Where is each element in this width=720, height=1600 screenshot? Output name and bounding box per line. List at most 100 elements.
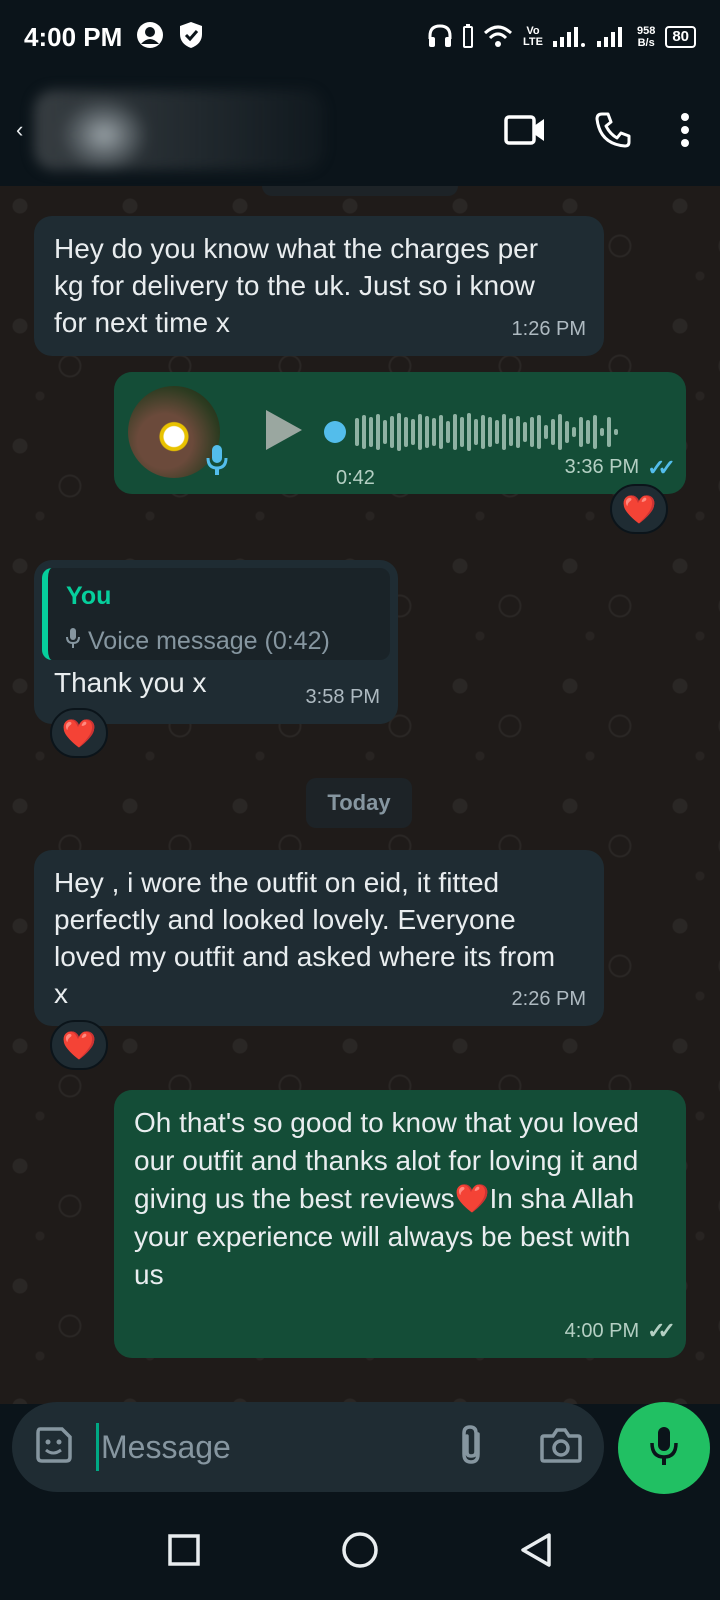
net-speed: 958 B/s xyxy=(636,25,656,49)
waveform-bar xyxy=(481,415,485,449)
heart-emoji: ❤️ xyxy=(454,1183,490,1214)
heart-reaction[interactable]: ❤️ xyxy=(610,484,668,534)
waveform-bar xyxy=(495,420,499,444)
shield-icon xyxy=(178,21,204,54)
message-bubble-incoming-reply[interactable]: You Voice message (0:42) Thank you x 3:5… xyxy=(34,560,398,724)
waveform-bar xyxy=(544,425,548,439)
message-composer xyxy=(12,1402,604,1492)
text-caret xyxy=(96,1423,99,1471)
mic-small-icon xyxy=(66,623,80,660)
signal-icon-2 xyxy=(596,25,627,50)
heart-reaction[interactable]: ❤️ xyxy=(50,708,108,758)
more-vert-icon[interactable] xyxy=(680,113,690,147)
signal-icon xyxy=(552,25,587,50)
profile-icon xyxy=(136,21,164,54)
previous-date-chip-partial xyxy=(262,186,458,196)
read-ticks-icon: ✓✓ xyxy=(647,455,676,480)
waveform-bar xyxy=(474,419,478,445)
quote-text: Voice message (0:42) xyxy=(88,627,330,655)
quote-author: You xyxy=(66,582,112,610)
phone-icon[interactable] xyxy=(594,111,632,149)
message-time: 4:00 PM xyxy=(564,1320,640,1342)
waveform-bar xyxy=(439,415,443,449)
waveform-bar xyxy=(376,414,380,450)
waveform-bar xyxy=(390,416,394,448)
playhead[interactable] xyxy=(324,421,346,443)
waveform-bar xyxy=(607,417,611,447)
waveform-bar xyxy=(369,417,373,447)
camera-icon[interactable] xyxy=(540,1427,582,1468)
waveform-bar xyxy=(418,414,422,450)
status-time: 4:00 PM xyxy=(24,21,123,52)
message-input[interactable] xyxy=(101,1428,421,1466)
battery-indicator: 80 xyxy=(665,26,696,48)
message-text: Hey do you know what the charges per kg … xyxy=(54,233,539,338)
waveform-bar xyxy=(446,421,450,443)
home-icon[interactable] xyxy=(341,1531,379,1574)
waveform-bar xyxy=(404,417,408,447)
video-camera-icon[interactable] xyxy=(504,114,546,146)
waveform-bar xyxy=(572,427,576,437)
waveform-bar xyxy=(453,414,457,450)
waveform-bar xyxy=(432,418,436,446)
waveform-bar xyxy=(600,428,604,436)
message-text: Thank you x xyxy=(54,667,207,698)
system-nav-bar xyxy=(0,1504,720,1600)
voice-duration: 0:42 xyxy=(336,467,375,489)
chat-header: ‹ xyxy=(0,74,720,186)
waveform-bar xyxy=(362,415,366,449)
waveform-bar xyxy=(537,415,541,449)
recents-icon[interactable] xyxy=(167,1533,201,1572)
headphones-icon xyxy=(427,23,453,52)
voice-waveform[interactable] xyxy=(324,410,618,454)
message-time: 3:58 PM xyxy=(305,686,380,708)
waveform-bar xyxy=(593,415,597,449)
message-text: Hey , i wore the outfit on eid, it fitte… xyxy=(54,867,556,1009)
waveform-bar xyxy=(530,417,534,447)
waveform-bar xyxy=(425,416,429,448)
waveform-bar xyxy=(355,418,359,446)
waveform-bar xyxy=(502,414,506,450)
waveform-bar xyxy=(551,419,555,445)
waveform-bar xyxy=(516,416,520,448)
message-bubble-incoming[interactable]: Hey , i wore the outfit on eid, it fitte… xyxy=(34,850,604,1026)
message-time: 2:26 PM xyxy=(511,988,586,1010)
waveform-bar xyxy=(558,414,562,450)
message-bubble-outgoing[interactable]: Oh that's so good to know that you loved… xyxy=(114,1090,686,1358)
chat-area[interactable]: Hey do you know what the charges per kg … xyxy=(0,186,720,1404)
waveform-bar xyxy=(488,417,492,447)
volte-indicator: Vo LTE xyxy=(522,25,543,48)
message-time: 3:36 PM xyxy=(564,456,640,478)
waveform-bar xyxy=(397,413,401,451)
waveform-bar xyxy=(614,429,618,435)
message-text: Oh that's so good to know that you loved… xyxy=(134,1107,639,1290)
delivered-ticks-icon: ✓✓ xyxy=(647,1318,676,1343)
back-nav-icon[interactable] xyxy=(519,1532,553,1573)
message-time: 1:26 PM xyxy=(511,318,586,340)
back-arrow-icon[interactable]: ‹ xyxy=(16,117,28,143)
message-bubble-incoming[interactable]: Hey do you know what the charges per kg … xyxy=(34,216,604,356)
date-divider: Today xyxy=(306,778,412,828)
contact-info-blurred[interactable] xyxy=(34,90,324,170)
waveform-bar xyxy=(411,419,415,445)
sticker-icon[interactable] xyxy=(34,1425,74,1470)
waveform-bar xyxy=(579,417,583,447)
waveform-bar xyxy=(565,421,569,443)
mic-icon xyxy=(649,1425,679,1472)
paperclip-icon[interactable] xyxy=(458,1424,488,1471)
waveform-bar xyxy=(383,420,387,444)
quoted-message[interactable]: You Voice message (0:42) xyxy=(42,568,390,660)
status-bar: 4:00 PM Vo LTE 958 B/s 80 xyxy=(0,0,720,74)
waveform-bar xyxy=(467,413,471,451)
heart-reaction[interactable]: ❤️ xyxy=(50,1020,108,1070)
waveform-bar xyxy=(523,422,527,442)
voice-message-bubble[interactable]: 0:42 3:36 PM ✓✓ xyxy=(114,372,686,494)
mic-button[interactable] xyxy=(618,1402,710,1494)
waveform-bar xyxy=(509,418,513,446)
waveform-bar xyxy=(460,417,464,447)
play-icon[interactable] xyxy=(264,408,304,461)
small-battery-icon xyxy=(462,23,473,51)
waveform-bar xyxy=(586,420,590,444)
wifi-icon xyxy=(483,24,513,51)
mic-badge-icon xyxy=(206,444,228,485)
